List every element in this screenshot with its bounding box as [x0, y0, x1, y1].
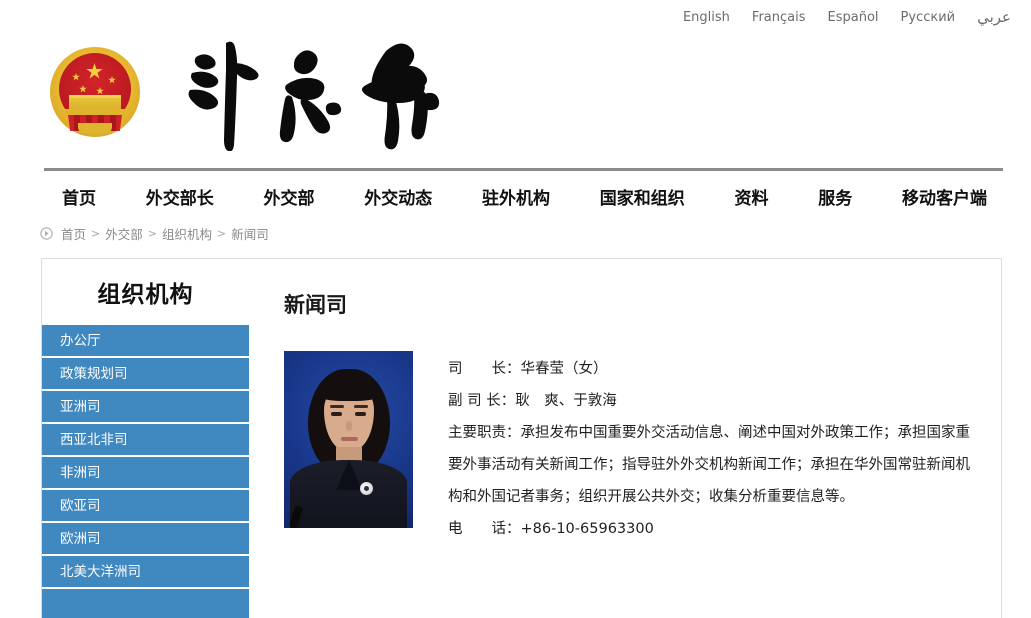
sidebar-title: 组织机构: [97, 282, 194, 308]
nav-item-news[interactable]: 外交动态: [364, 184, 432, 209]
main-navigation: 首页 外交部长 外交部 外交动态 驻外机构 国家和组织 资料 服务 移动客户端: [44, 178, 1003, 214]
nav-divider: [44, 168, 1003, 171]
breadcrumb-item-organization[interactable]: 组织机构: [162, 224, 212, 243]
breadcrumb-item-current[interactable]: 新闻司: [231, 224, 269, 243]
breadcrumb: 首页 > 外交部 > 组织机构 > 新闻司: [40, 224, 269, 243]
director-line: 司 长：华春莹（女）: [448, 361, 608, 377]
sidebar-item-bangongting[interactable]: 办公厅: [42, 325, 249, 358]
nav-item-minister[interactable]: 外交部长: [146, 184, 214, 209]
sidebar-item-policy-planning[interactable]: 政策规划司: [42, 358, 249, 391]
lang-english[interactable]: English: [683, 10, 730, 25]
nav-item-services[interactable]: 服务: [818, 184, 852, 209]
phone-line: 电 话：+86-10-65963300: [448, 521, 654, 537]
sidebar-item-asian[interactable]: 亚洲司: [42, 391, 249, 424]
lang-francais[interactable]: Français: [752, 10, 806, 25]
sidebar: 组织机构 办公厅 政策规划司 亚洲司 西亚北非司 非洲司 欧亚司 欧洲司 北美大…: [42, 259, 249, 618]
nav-item-resources[interactable]: 资料: [735, 184, 769, 209]
sidebar-list: 办公厅 政策规划司 亚洲司 西亚北非司 非洲司 欧亚司 欧洲司 北美大洋洲司: [42, 325, 249, 618]
nav-item-mobile-app[interactable]: 移动客户端: [902, 184, 987, 209]
lang-espanol[interactable]: Español: [828, 10, 879, 25]
page-title: 新闻司: [284, 293, 347, 317]
content-panel: 组织机构 办公厅 政策规划司 亚洲司 西亚北非司 非洲司 欧亚司 欧洲司 北美大…: [41, 258, 1002, 618]
nav-item-missions[interactable]: 驻外机构: [482, 184, 550, 209]
responsibilities-line: 主要职责：承担发布中国重要外交活动信息、阐述中国对外政策工作；承担国家重要外事活…: [448, 425, 970, 505]
breadcrumb-separator: >: [91, 227, 101, 240]
nav-item-home[interactable]: 首页: [62, 184, 96, 209]
sidebar-item-next[interactable]: [42, 589, 249, 618]
deputy-director-line: 副 司 长：耿 爽、于敦海: [448, 393, 617, 409]
sidebar-item-european[interactable]: 欧洲司: [42, 523, 249, 556]
wordmark-calligraphy[interactable]: [180, 33, 460, 151]
page-root: English Français Español Русский عربي 首页…: [0, 0, 1031, 618]
sidebar-item-west-asia-north-africa[interactable]: 西亚北非司: [42, 424, 249, 457]
lang-russian[interactable]: Русский: [901, 10, 956, 25]
sidebar-item-north-america-oceania[interactable]: 北美大洋洲司: [42, 556, 249, 589]
nav-item-countries[interactable]: 国家和组织: [600, 184, 685, 209]
language-bar: English Français Español Русский عربي: [683, 8, 1011, 26]
breadcrumb-separator: >: [147, 227, 157, 240]
nav-item-ministry[interactable]: 外交部: [264, 184, 315, 209]
main-content: 新闻司 司 长：华春莹（女） 副 司 长：耿 爽、于敦海 主要职责：承担发布中国…: [249, 259, 1001, 618]
sidebar-item-eurasian[interactable]: 欧亚司: [42, 490, 249, 523]
chevron-circle-icon: [40, 227, 53, 240]
national-emblem-icon: [48, 45, 142, 139]
breadcrumb-separator: >: [216, 227, 227, 240]
breadcrumb-item-home[interactable]: 首页: [61, 224, 86, 243]
department-info: 司 长：华春莹（女） 副 司 长：耿 爽、于敦海 主要职责：承担发布中国重要外交…: [448, 351, 973, 545]
lang-arabic[interactable]: عربي: [977, 8, 1011, 26]
breadcrumb-item-ministry[interactable]: 外交部: [105, 224, 143, 243]
sidebar-item-african[interactable]: 非洲司: [42, 457, 249, 490]
portrait-photo: [284, 351, 413, 528]
site-header: [48, 32, 460, 152]
